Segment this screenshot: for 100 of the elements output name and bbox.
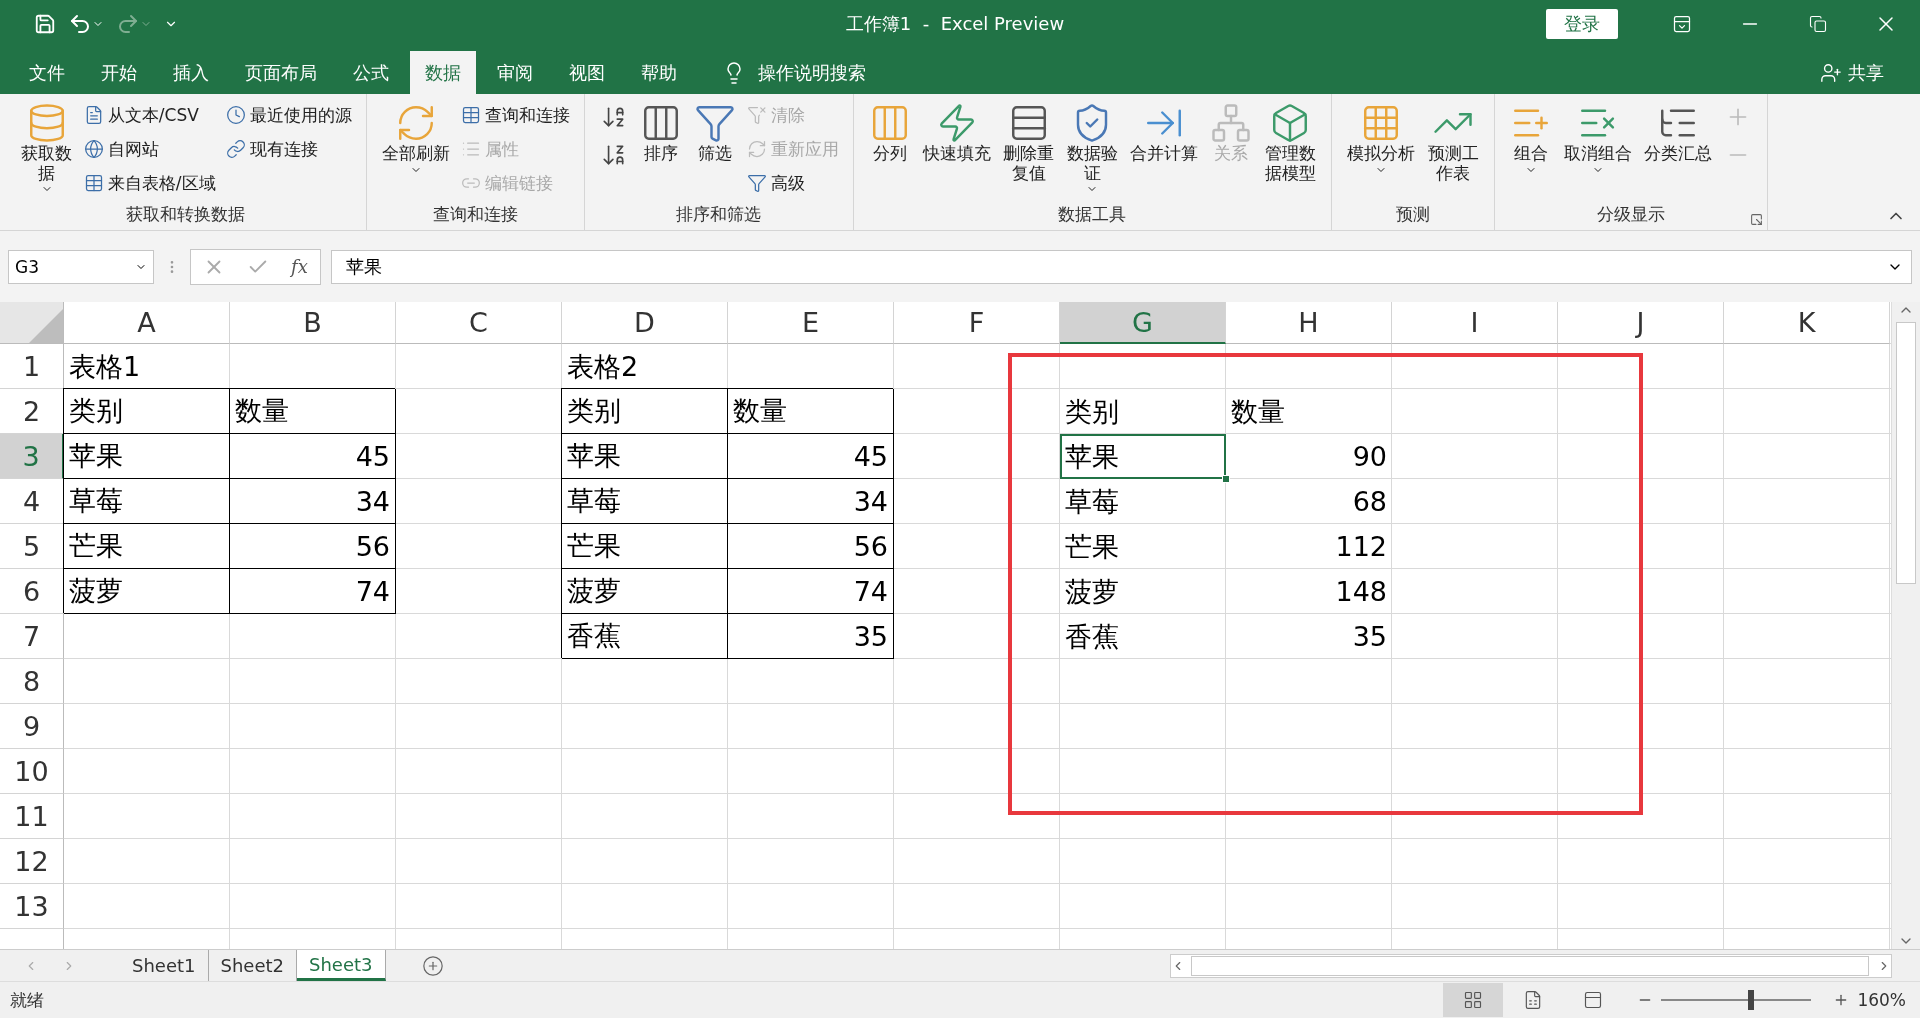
ribbon-button[interactable]: 全部刷新: [378, 100, 453, 178]
column-header[interactable]: D: [562, 302, 728, 345]
row-header[interactable]: 8: [0, 659, 64, 705]
ribbon-button[interactable]: 获取数据: [18, 100, 76, 198]
column-header[interactable]: G: [1060, 302, 1226, 345]
ribbon-tab[interactable]: 插入: [158, 51, 224, 95]
ribbon-button[interactable]: 从文本/CSV: [81, 100, 218, 131]
insert-function-button[interactable]: fx: [291, 256, 308, 278]
share-button[interactable]: 共享: [1814, 51, 1890, 95]
group-title: 获取和转换数据: [126, 203, 246, 227]
table-cell: 菠萝: [64, 569, 230, 615]
ribbon-button[interactable]: 自网站: [81, 134, 218, 165]
dialog-launcher-icon[interactable]: [1749, 213, 1763, 227]
row-header[interactable]: 3: [0, 434, 64, 480]
ribbon-tab[interactable]: 页面布局: [230, 51, 332, 95]
table-cell-text: 68: [1351, 485, 1388, 520]
zoom-thumb[interactable]: [1748, 990, 1755, 1011]
table-cell-text: 112: [1334, 530, 1388, 565]
table-cell-text: 148: [1334, 575, 1388, 610]
ribbon-button[interactable]: 查询和连接: [458, 100, 572, 131]
row-header[interactable]: 9: [0, 704, 64, 750]
row-header[interactable]: 13: [0, 884, 64, 930]
ribbon-button[interactable]: 管理数据模型: [1261, 100, 1320, 186]
ribbon-button[interactable]: 组合: [1506, 100, 1555, 178]
ribbon-tab[interactable]: 审阅: [482, 51, 548, 95]
ribbon-tab[interactable]: 开始: [86, 51, 152, 95]
column-header[interactable]: I: [1392, 302, 1558, 345]
column-header[interactable]: B: [230, 302, 396, 345]
group-title: 数据工具: [1058, 203, 1127, 227]
ribbon-button[interactable]: 合并计算: [1127, 100, 1202, 166]
column-header[interactable]: F: [894, 302, 1060, 345]
login-button[interactable]: 登录: [1546, 8, 1618, 39]
tell-me-search[interactable]: 操作说明搜索: [716, 51, 872, 95]
table-cell: 45: [230, 434, 396, 480]
ribbon-tab[interactable]: 公式: [338, 51, 404, 95]
row-header[interactable]: 1: [0, 344, 64, 390]
table-cell: 类别: [64, 389, 230, 435]
formula-field[interactable]: 苹果: [330, 249, 1912, 284]
ribbon-button[interactable]: 高级: [744, 168, 841, 199]
ribbon-button[interactable]: 来自表格/区域: [81, 168, 218, 199]
ribbon-tab[interactable]: 数据: [410, 51, 476, 95]
scroll-thumb[interactable]: [1896, 322, 1916, 585]
table-cell-text: 菠萝: [1064, 575, 1120, 609]
normal-view-icon[interactable]: [1443, 983, 1504, 1018]
ribbon-button[interactable]: 现有连接: [223, 134, 354, 165]
ribbon-button[interactable]: 删除重复值: [999, 100, 1058, 186]
network-icon: [1210, 102, 1253, 145]
add-sheet-icon[interactable]: [421, 955, 444, 977]
table-cell: 45: [728, 434, 894, 480]
table-cell: 草莓: [562, 479, 728, 525]
row-header[interactable]: 11: [0, 794, 64, 840]
table-cell-text: 表格2: [566, 350, 640, 384]
table-cell: 草莓: [64, 479, 230, 525]
user-plus-icon: [1820, 61, 1842, 84]
table-cell: 34: [230, 479, 396, 525]
filter-clear-icon: [746, 105, 767, 126]
ribbon-button[interactable]: 数据验证: [1063, 100, 1122, 198]
table-icon: [460, 105, 481, 126]
column-header[interactable]: K: [1724, 302, 1890, 345]
table-cell: 56: [728, 524, 894, 570]
ribbon-button[interactable]: 取消组合: [1560, 100, 1635, 178]
table-cell-text: 90: [1351, 440, 1388, 475]
table-cell: 香蕉: [562, 614, 728, 660]
ribbon-button[interactable]: 筛选: [690, 100, 739, 166]
row-header[interactable]: 7: [0, 614, 64, 660]
table-cell: 数量: [728, 389, 894, 435]
table-cell: 芒果: [562, 524, 728, 570]
name-box[interactable]: G3: [8, 249, 154, 284]
ribbon-tab[interactable]: 视图: [554, 51, 620, 95]
sheet-tab[interactable]: Sheet3: [297, 950, 386, 982]
zoom-level[interactable]: 160%: [1857, 990, 1906, 1011]
column-header[interactable]: E: [728, 302, 894, 345]
status-text: 就绪: [10, 988, 45, 1012]
column-header[interactable]: J: [1558, 302, 1724, 345]
group-title: 分级显示: [1596, 203, 1665, 227]
ribbon-button[interactable]: 分类汇总: [1640, 100, 1715, 166]
ribbon-tab[interactable]: 文件: [14, 51, 80, 95]
ribbon-button[interactable]: 预测工作表: [1424, 100, 1482, 186]
ribbon-button[interactable]: 分列: [865, 100, 914, 166]
ribbon-button[interactable]: 排序: [636, 100, 685, 166]
column-header[interactable]: C: [396, 302, 562, 345]
scroll-thumb[interactable]: [1191, 956, 1869, 976]
column-header[interactable]: A: [64, 302, 230, 345]
group-title: 预测: [1396, 203, 1431, 227]
ribbon-button[interactable]: 最近使用的源: [223, 100, 354, 131]
ribbon-button[interactable]: 模拟分析: [1344, 100, 1419, 178]
table-cell-text: 类别: [1064, 395, 1120, 429]
funnel-icon: [746, 173, 767, 194]
table-cell: 苹果: [562, 434, 728, 480]
table-icon: [83, 173, 104, 194]
table-cell-text: 数量: [1230, 395, 1286, 429]
fill-handle[interactable]: [1222, 475, 1230, 484]
table-cell: 类别: [562, 389, 728, 435]
table-cell-text: 草莓: [1064, 485, 1120, 519]
row-header[interactable]: 12: [0, 839, 64, 885]
table-cell: 35: [728, 614, 894, 660]
ribbon-button[interactable]: 快速填充: [919, 100, 994, 166]
ribbon-tab[interactable]: 帮助: [626, 51, 692, 95]
column-header[interactable]: H: [1226, 302, 1392, 345]
row-header[interactable]: 10: [0, 749, 64, 795]
